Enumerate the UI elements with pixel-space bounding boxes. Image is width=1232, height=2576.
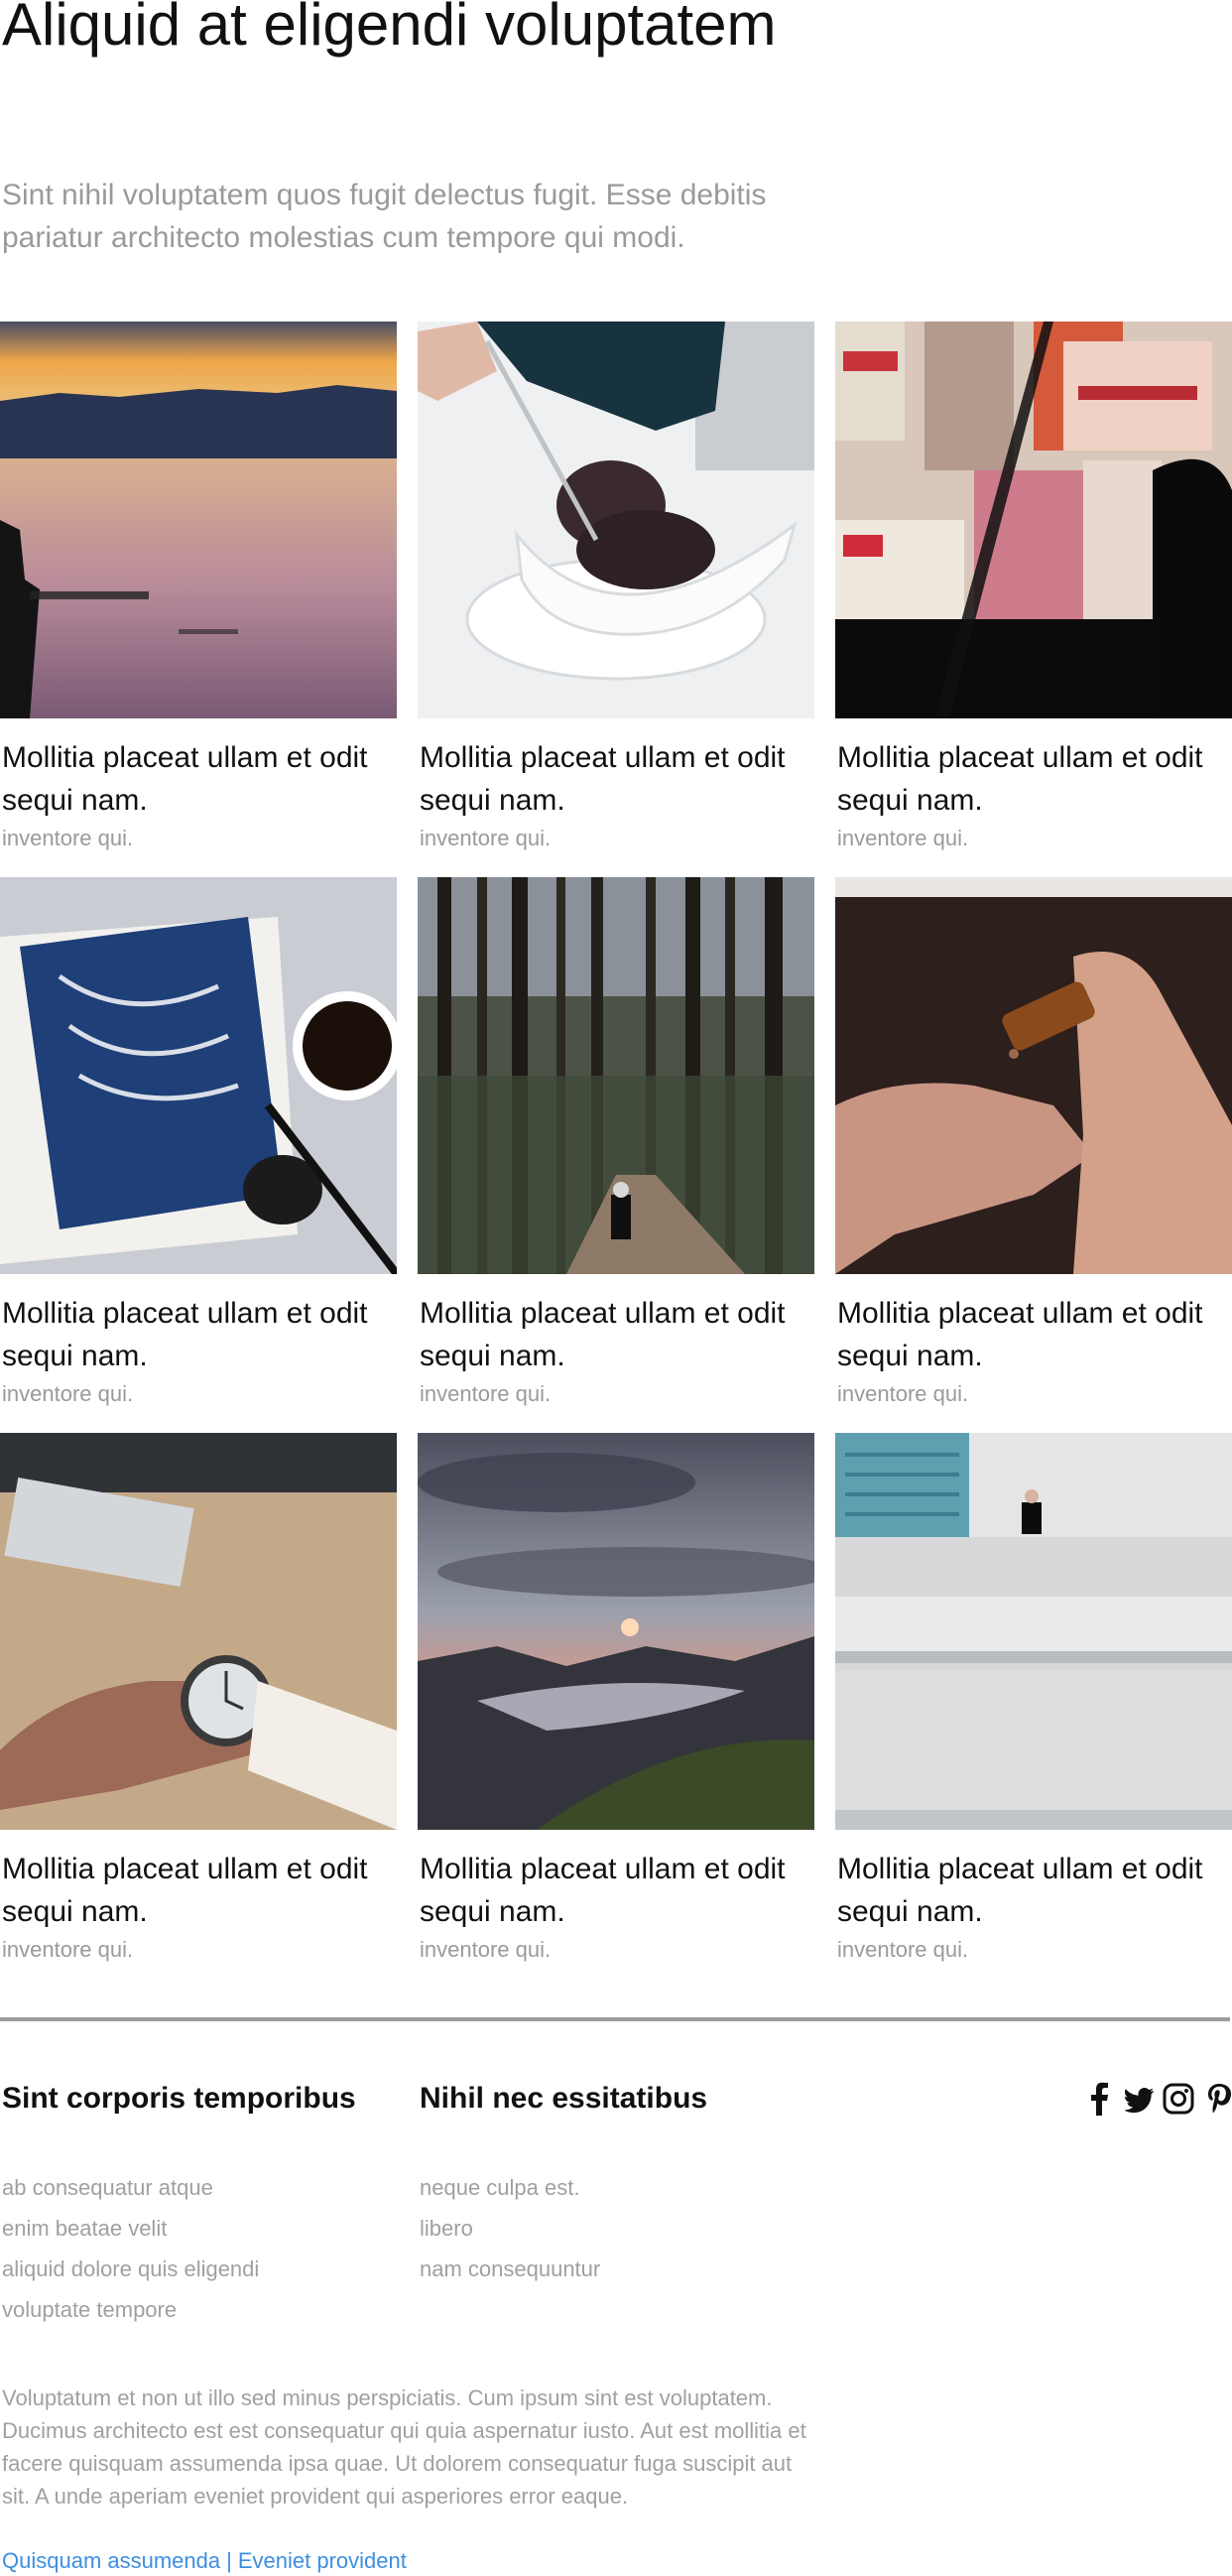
card-subtitle: inventore qui.: [837, 1381, 969, 1406]
instagram-icon[interactable]: [1163, 2082, 1194, 2116]
card-item[interactable]: Mollitia placeat ullam et odit sequi nam…: [0, 322, 397, 850]
card-item[interactable]: Mollitia placeat ullam et odit sequi nam…: [835, 877, 1232, 1406]
card-item[interactable]: Mollitia placeat ullam et odit sequi nam…: [418, 1433, 814, 1962]
footer-link[interactable]: neque culpa est.: [420, 2167, 600, 2208]
card-subtitle: inventore qui.: [2, 826, 134, 850]
facebook-icon[interactable]: [1087, 2082, 1113, 2116]
footer-column-1-links: ab consequatur atque enim beatae velit a…: [2, 2167, 259, 2330]
card-title[interactable]: Mollitia placeat ullam et odit sequi nam…: [837, 736, 1232, 822]
lake-sunset-photo[interactable]: [0, 322, 397, 718]
card-item[interactable]: Mollitia placeat ullam et odit sequi nam…: [418, 877, 814, 1406]
card-title[interactable]: Mollitia placeat ullam et odit sequi nam…: [2, 736, 399, 822]
footer-link[interactable]: libero: [420, 2208, 600, 2249]
rooftop-building-photo[interactable]: [835, 1433, 1232, 1830]
card-title[interactable]: Mollitia placeat ullam et odit sequi nam…: [420, 1292, 816, 1377]
footer-link[interactable]: nam consequuntur: [420, 2249, 600, 2289]
pinterest-icon[interactable]: [1206, 2082, 1232, 2116]
footer-link[interactable]: aliquid dolore quis eligendi: [2, 2249, 259, 2289]
footer-link-eveniet[interactable]: Eveniet provident: [238, 2548, 407, 2573]
card-subtitle: inventore qui.: [420, 1937, 552, 1962]
card-title[interactable]: Mollitia placeat ullam et odit sequi nam…: [837, 1292, 1232, 1377]
card-title[interactable]: Mollitia placeat ullam et odit sequi nam…: [2, 1848, 399, 1933]
card-item[interactable]: Mollitia placeat ullam et odit sequi nam…: [835, 322, 1232, 850]
card-subtitle: inventore qui.: [837, 1937, 969, 1962]
link-separator: |: [226, 2548, 232, 2573]
footer-column-1-title: Sint corporis temporibus: [2, 2082, 356, 2115]
poster-wall-photo[interactable]: [835, 322, 1232, 718]
footer-divider: [0, 2017, 1230, 2021]
card-item[interactable]: Mollitia placeat ullam et odit sequi nam…: [418, 322, 814, 850]
card-subtitle: inventore qui.: [2, 1937, 134, 1962]
card-item[interactable]: Mollitia placeat ullam et odit sequi nam…: [0, 877, 397, 1406]
card-subtitle: inventore qui.: [420, 826, 552, 850]
card-item[interactable]: Mollitia placeat ullam et odit sequi nam…: [0, 1433, 397, 1962]
footer-description: Voluptatum et non ut illo sed minus pers…: [2, 2385, 806, 2509]
page-intro: Sint nihil voluptatem quos fugit delectu…: [2, 179, 767, 254]
forest-path-photo[interactable]: [418, 877, 814, 1274]
card-subtitle: inventore qui.: [837, 826, 969, 850]
footer-bottom-links: Quisquam assumenda | Eveniet provident: [2, 2546, 407, 2576]
card-subtitle: inventore qui.: [2, 1381, 134, 1406]
card-title[interactable]: Mollitia placeat ullam et odit sequi nam…: [420, 736, 816, 822]
page-title: Aliquid at eligendi voluptatem: [2, 0, 777, 58]
card-title[interactable]: Mollitia placeat ullam et odit sequi nam…: [2, 1292, 399, 1377]
footer-link[interactable]: enim beatae velit: [2, 2208, 259, 2249]
footer-column-2-links: neque culpa est. libero nam consequuntur: [420, 2167, 600, 2289]
card-title[interactable]: Mollitia placeat ullam et odit sequi nam…: [420, 1848, 816, 1933]
footer-column-2-title: Nihil nec essitatibus: [420, 2082, 708, 2115]
footer-link[interactable]: voluptate tempore: [2, 2289, 259, 2330]
footer-link[interactable]: ab consequatur atque: [2, 2167, 259, 2208]
dropper-bottle-photo[interactable]: [835, 877, 1232, 1274]
wrist-watch-photo[interactable]: [0, 1433, 397, 1830]
social-links: [1087, 2082, 1232, 2116]
ice-cream-bowl-photo[interactable]: [418, 322, 814, 718]
twitter-icon[interactable]: [1124, 2082, 1154, 2116]
footer-link-quisquam[interactable]: Quisquam assumenda: [2, 2548, 220, 2573]
card-title[interactable]: Mollitia placeat ullam et odit sequi nam…: [837, 1848, 1232, 1933]
card-subtitle: inventore qui.: [420, 1381, 552, 1406]
book-and-coffee-photo[interactable]: [0, 877, 397, 1274]
mountain-sunset-photo[interactable]: [418, 1433, 814, 1830]
card-item[interactable]: Mollitia placeat ullam et odit sequi nam…: [835, 1433, 1232, 1962]
